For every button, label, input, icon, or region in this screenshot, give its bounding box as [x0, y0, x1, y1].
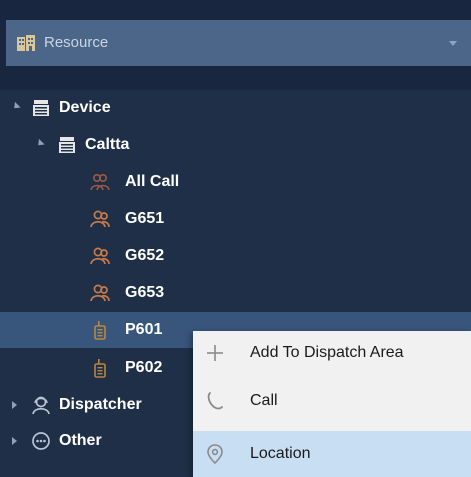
tree-node-g651[interactable]: G651 [0, 201, 471, 237]
tree-label: All Call [125, 173, 180, 190]
tree-label: G651 [125, 210, 165, 227]
radio-terminal-icon [94, 321, 106, 340]
resource-dropdown[interactable]: Resource [6, 20, 471, 66]
menu-item-label: Call [250, 392, 278, 409]
more-circle-icon [32, 432, 50, 450]
phone-icon [207, 392, 223, 410]
tree-label: P602 [125, 359, 163, 376]
building-icon [17, 35, 35, 51]
tree-label: Device [59, 99, 111, 116]
resource-label: Resource [44, 34, 109, 51]
expand-arrow-icon[interactable] [11, 101, 21, 112]
expand-arrow-icon[interactable] [35, 138, 45, 149]
group-icon [90, 284, 110, 302]
location-pin-icon [207, 444, 223, 464]
device-icon [59, 137, 75, 153]
menu-item-call[interactable]: Call [193, 379, 471, 423]
tree-node-g653[interactable]: G653 [0, 275, 471, 311]
menu-item-location[interactable]: Location [193, 431, 471, 477]
tree-label: P601 [125, 321, 163, 338]
group-icon [90, 173, 110, 191]
tree-label: Caltta [85, 136, 130, 153]
panel-header: Resource [0, 0, 471, 90]
tree-label: G652 [125, 247, 165, 264]
menu-item-label: Location [250, 445, 311, 462]
menu-item-label: Add To Dispatch Area [250, 344, 404, 361]
tree-label: Dispatcher [59, 396, 142, 413]
menu-item-add-to-dispatch-area[interactable]: Add To Dispatch Area [193, 331, 471, 375]
chevron-down-icon[interactable] [449, 41, 457, 46]
expand-arrow-icon[interactable] [12, 437, 17, 445]
group-icon [90, 210, 110, 228]
group-icon [90, 247, 110, 265]
device-icon [33, 100, 49, 116]
tree-label: G653 [125, 284, 165, 301]
radio-terminal-icon [94, 359, 106, 378]
tree-node-device[interactable]: Device [0, 90, 471, 126]
dispatcher-icon [32, 396, 50, 415]
tree-node-caltta[interactable]: Caltta [0, 127, 471, 163]
expand-arrow-icon[interactable] [12, 401, 17, 409]
context-menu: Add To Dispatch Area Call Location [193, 331, 471, 477]
plus-icon [207, 345, 223, 361]
tree-node-all-call[interactable]: All Call [0, 164, 471, 200]
tree-node-g652[interactable]: G652 [0, 238, 471, 274]
tree-label: Other [59, 432, 102, 449]
